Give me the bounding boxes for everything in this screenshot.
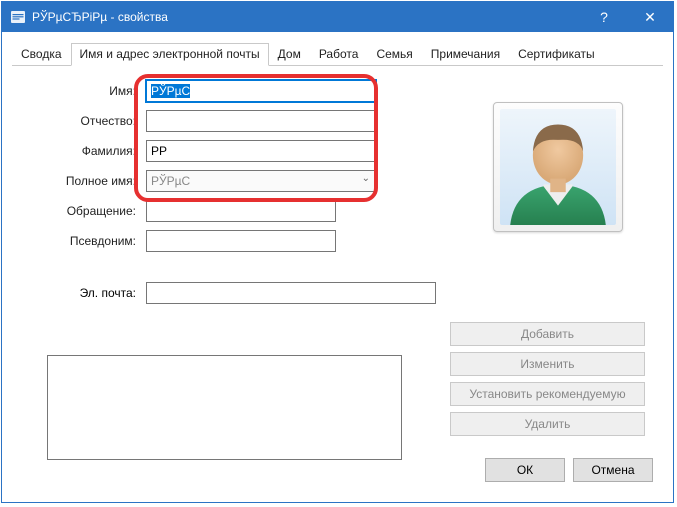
middle-label: Отчество: (26, 114, 136, 128)
tab-strip: Сводка Имя и адрес электронной почты Дом… (12, 42, 663, 66)
name-label: Имя: (26, 84, 136, 98)
delete-button[interactable]: Удалить (450, 412, 645, 436)
nickname-label: Псевдоним: (26, 234, 136, 248)
tab-certs[interactable]: Сертификаты (509, 43, 604, 66)
email-listbox[interactable] (47, 355, 402, 460)
fullname-label: Полное имя: (26, 174, 136, 188)
app-icon (10, 9, 26, 25)
tab-family[interactable]: Семья (367, 43, 421, 66)
tab-name-email[interactable]: Имя и адрес электронной почты (71, 43, 269, 66)
email-label: Эл. почта: (26, 286, 136, 300)
edit-button[interactable]: Изменить (450, 352, 645, 376)
tab-summary[interactable]: Сводка (12, 43, 71, 66)
salutation-label: Обращение: (26, 204, 136, 218)
help-button[interactable]: ? (581, 2, 627, 32)
dialog-content: Сводка Имя и адрес электронной почты Дом… (12, 42, 663, 492)
dialog-footer: ОК Отмена (485, 458, 653, 482)
middle-input[interactable] (146, 110, 376, 132)
fullname-combo[interactable]: ⌄ (146, 170, 376, 192)
fullname-input[interactable] (146, 170, 376, 192)
salutation-input[interactable] (146, 200, 336, 222)
name-input[interactable]: РЎРµС (146, 80, 376, 102)
email-row: Эл. почта: (26, 282, 649, 304)
avatar-frame[interactable] (493, 102, 623, 232)
ok-button[interactable]: ОК (485, 458, 565, 482)
tab-notes[interactable]: Примечания (422, 43, 509, 66)
surname-label: Фамилия: (26, 144, 136, 158)
surname-input[interactable] (146, 140, 376, 162)
tab-home[interactable]: Дом (269, 43, 310, 66)
nickname-input[interactable] (146, 230, 336, 252)
titlebar: РЎРµСЂРіРµ - свойства ? ✕ (2, 2, 673, 32)
setdefault-button[interactable]: Установить рекомендуемую (450, 382, 645, 406)
avatar-placeholder-icon (500, 109, 616, 225)
tab-work[interactable]: Работа (310, 43, 368, 66)
email-buttons: Добавить Изменить Установить рекомендуем… (450, 322, 645, 436)
properties-dialog: РЎРµСЂРіРµ - свойства ? ✕ Сводка Имя и а… (1, 1, 674, 503)
cancel-button[interactable]: Отмена (573, 458, 653, 482)
add-button[interactable]: Добавить (450, 322, 645, 346)
close-button[interactable]: ✕ (627, 2, 673, 32)
email-input[interactable] (146, 282, 436, 304)
window-title: РЎРµСЂРіРµ - свойства (32, 10, 581, 24)
name-input-selection: РЎРµС (151, 84, 190, 98)
